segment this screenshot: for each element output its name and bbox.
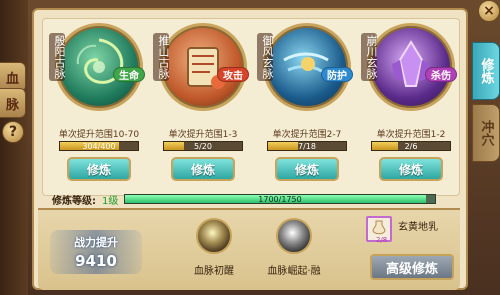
skill-icon[interactable] bbox=[196, 218, 232, 254]
upgrade-range: 单次提升范围1-3 bbox=[168, 130, 238, 140]
progress-text: 304/400 bbox=[82, 142, 116, 151]
upgrade-range: 单次提升范围10-70 bbox=[58, 130, 140, 140]
item-name: 玄黄地乳 bbox=[398, 222, 438, 233]
cultivate-button[interactable]: 修炼 bbox=[171, 157, 235, 181]
help-button[interactable]: ? bbox=[2, 121, 24, 143]
attribute-tag: 防护 bbox=[321, 67, 353, 82]
meridian-name: 御风玄脉 bbox=[257, 33, 274, 81]
level-label: 修炼等级: bbox=[52, 196, 96, 207]
meridian-card-4: 崩川玄脉 杀伤 单次提升范围1-2 2/6 修炼 bbox=[361, 23, 459, 191]
power-value: 9410 bbox=[75, 252, 117, 270]
meridian-cards-area: 殷阳古脉 生命 单次提升范围10-70 304/400 修炼 推山古脉 攻击 单… bbox=[42, 18, 460, 196]
skill-icon[interactable] bbox=[276, 218, 312, 254]
meridian-progress-bar: 5/20 bbox=[163, 141, 243, 151]
progress-text: 7/18 bbox=[298, 142, 316, 151]
level-progress-text: 1700/1750 bbox=[258, 195, 302, 204]
meridian-name: 殷阳古脉 bbox=[49, 33, 66, 81]
meridian-name: 崩川玄脉 bbox=[361, 33, 378, 81]
meridian-progress-bar: 2/6 bbox=[371, 141, 451, 151]
meridian-progress-bar: 7/18 bbox=[267, 141, 347, 151]
close-icon[interactable]: × bbox=[478, 0, 500, 22]
left-tab-vein: 脉 bbox=[0, 88, 26, 118]
power-boost: 战力提升 9410 bbox=[50, 230, 142, 274]
meridian-name: 推山古脉 bbox=[153, 33, 170, 81]
skill-label: 血脉初醒 bbox=[194, 266, 234, 277]
tab-cultivate[interactable]: 修炼 bbox=[472, 42, 500, 100]
advanced-cultivate-button[interactable]: 高级修炼 bbox=[370, 254, 454, 280]
skill-blood-awaken[interactable]: 血脉初醒 bbox=[178, 216, 250, 286]
skill-blood-rise[interactable]: 血脉崛起·融 bbox=[258, 216, 330, 286]
cultivation-level-row: 修炼等级: 1级 1700/1750 bbox=[52, 192, 462, 207]
item-count: 2/8 bbox=[376, 236, 388, 244]
bottom-section: 战力提升 9410 血脉初醒 血脉崛起·融 玄黄地乳 2/8 高级修炼 bbox=[38, 208, 460, 290]
level-progress-bar: 1700/1750 bbox=[124, 194, 436, 204]
cultivate-button[interactable]: 修炼 bbox=[275, 157, 339, 181]
attribute-tag: 杀伤 bbox=[425, 67, 457, 82]
upgrade-range: 单次提升范围2-7 bbox=[272, 130, 342, 140]
progress-text: 2/6 bbox=[404, 142, 418, 151]
tab-acupoint[interactable]: 冲穴 bbox=[472, 104, 500, 162]
power-label: 战力提升 bbox=[74, 236, 118, 249]
cultivate-button[interactable]: 修炼 bbox=[67, 157, 131, 181]
skill-label: 血脉崛起·融 bbox=[267, 266, 321, 277]
meridian-progress-bar: 304/400 bbox=[59, 141, 139, 151]
cultivate-button[interactable]: 修炼 bbox=[379, 157, 443, 181]
attribute-tag: 生命 bbox=[113, 67, 145, 82]
attribute-tag: 攻击 bbox=[217, 67, 249, 82]
meridian-card-1: 殷阳古脉 生命 单次提升范围10-70 304/400 修炼 bbox=[49, 23, 147, 191]
level-value: 1级 bbox=[102, 196, 119, 207]
meridian-card-2: 推山古脉 攻击 单次提升范围1-3 5/20 修炼 bbox=[153, 23, 251, 191]
meridian-card-3: 御风玄脉 防护 单次提升范围2-7 7/18 修炼 bbox=[257, 23, 355, 191]
left-rail bbox=[0, 0, 28, 295]
upgrade-range: 单次提升范围1-2 bbox=[376, 130, 446, 140]
progress-text: 5/20 bbox=[194, 142, 212, 151]
